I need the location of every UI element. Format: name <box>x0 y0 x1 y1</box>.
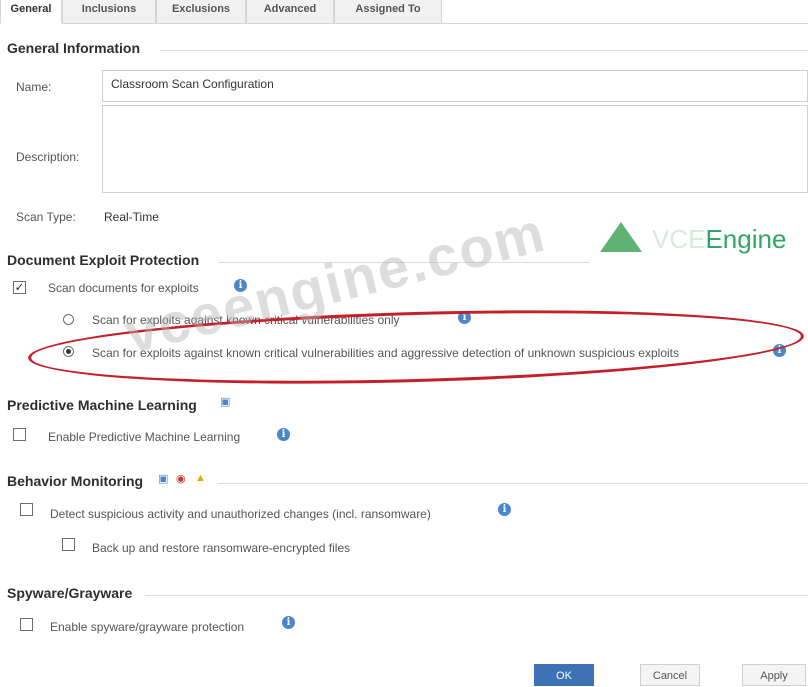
name-field[interactable]: Classroom Scan Configuration <box>102 70 808 102</box>
radio-known-only[interactable] <box>63 314 74 325</box>
ok-button[interactable]: OK <box>534 664 594 686</box>
vceengine-logo <box>598 220 644 257</box>
windows-icon: ▣ <box>220 396 231 408</box>
detect-suspicious-label: Detect suspicious activity and unauthori… <box>50 507 431 521</box>
apply-button[interactable]: Apply <box>742 664 806 686</box>
section-title-predictive-machine-learning: Predictive Machine Learning <box>7 397 197 413</box>
name-label: Name: <box>16 80 52 94</box>
enable-predictive-ml-label: Enable Predictive Machine Learning <box>48 430 241 444</box>
info-icon[interactable]: i <box>282 616 295 629</box>
tab-general[interactable]: General <box>0 0 62 24</box>
section-divider <box>145 595 808 596</box>
section-title-document-exploit-protection: Document Exploit Protection <box>7 252 200 268</box>
scan-type-value: Real-Time <box>104 210 159 224</box>
vceengine-wordmark: VCEEngine <box>652 224 786 255</box>
windows-icon: ▣ <box>158 473 169 485</box>
description-label: Description: <box>16 150 80 164</box>
tab-advanced[interactable]: Advanced <box>246 0 334 24</box>
backup-restore-checkbox[interactable] <box>62 538 75 551</box>
enable-predictive-ml-checkbox[interactable] <box>13 428 26 441</box>
triangle-logo-icon <box>600 222 642 252</box>
tab-inclusions[interactable]: Inclusions <box>62 0 156 24</box>
tab-divider <box>442 23 808 24</box>
description-field[interactable] <box>102 105 808 193</box>
tab-bar: General Inclusions Exclusions Advanced A… <box>0 0 808 24</box>
shield-icon: ◉ <box>176 473 186 485</box>
section-title-general-information: General Information <box>7 40 141 56</box>
backup-restore-label: Back up and restore ransomware-encrypted… <box>92 541 351 555</box>
cancel-button[interactable]: Cancel <box>640 664 700 686</box>
section-divider <box>218 483 808 484</box>
wordmark-suffix: Engine <box>705 224 787 254</box>
section-divider <box>160 50 808 51</box>
scan-documents-checkbox[interactable]: ✓ <box>13 281 26 294</box>
section-title-spyware-grayware: Spyware/Grayware <box>7 585 133 601</box>
warning-icon: ▲ <box>195 472 206 484</box>
enable-spyware-checkbox[interactable] <box>20 618 33 631</box>
enable-spyware-label: Enable spyware/grayware protection <box>50 620 245 634</box>
wordmark-prefix: VCE <box>652 224 706 254</box>
detect-suspicious-checkbox[interactable] <box>20 503 33 516</box>
checkmark-icon: ✓ <box>14 280 25 294</box>
scan-type-label: Scan Type: <box>16 210 76 224</box>
tab-assigned-to[interactable]: Assigned To <box>334 0 442 24</box>
section-title-behavior-monitoring: Behavior Monitoring <box>7 473 144 489</box>
info-icon[interactable]: i <box>498 503 511 516</box>
tab-divider <box>62 23 442 24</box>
info-icon[interactable]: i <box>277 428 290 441</box>
tab-exclusions[interactable]: Exclusions <box>156 0 246 24</box>
